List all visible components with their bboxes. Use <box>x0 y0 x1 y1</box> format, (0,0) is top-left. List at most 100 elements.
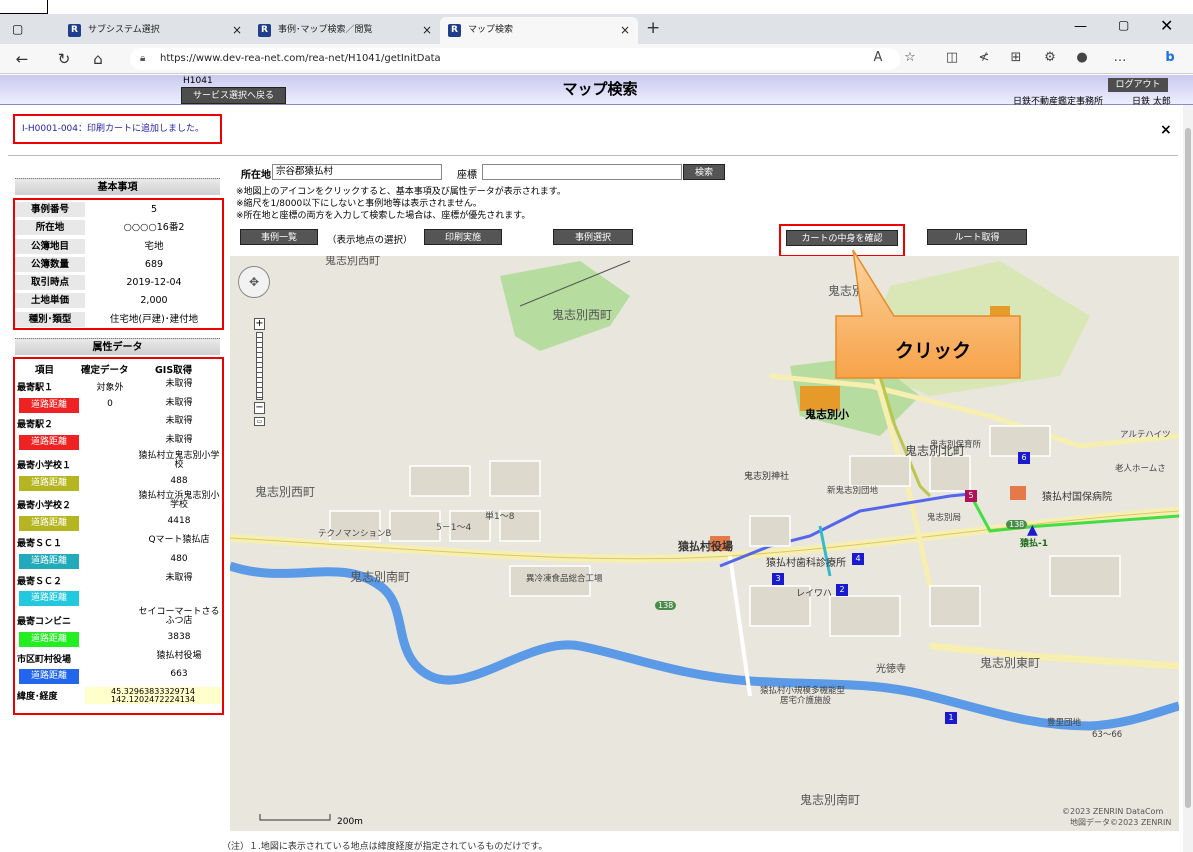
split-screen-icon[interactable]: ◫ <box>942 50 962 65</box>
close-icon[interactable]: × <box>620 17 630 44</box>
rea-favicon-icon: R <box>448 24 461 37</box>
attr-row: 市区町村役場 猿払村役場 <box>15 649 222 668</box>
scroll-thumb[interactable] <box>1185 128 1191 808</box>
cart-check-button[interactable]: カートの中身を確認 <box>786 230 898 246</box>
attr-label: 最寄小学校１ <box>17 460 72 471</box>
search-button[interactable]: 検索 <box>683 164 725 180</box>
attr-gis-value: 663 <box>170 669 188 680</box>
target-triangle-icon[interactable]: ▲ <box>1027 522 1038 538</box>
collections-icon[interactable]: ⊞ <box>1006 50 1026 65</box>
attr-row: 最寄駅１ 対象外 未取得 <box>15 377 222 396</box>
attr-gis-value: セイコーマートさるふつ店 <box>138 606 220 626</box>
zoom-reset-icon[interactable]: ▭ <box>254 417 265 426</box>
basic-info-value: 2019-12-04 <box>126 277 182 289</box>
attr-gis-value: 480 <box>170 553 188 564</box>
close-icon[interactable]: × <box>232 17 242 44</box>
case-marker-5[interactable]: 5 <box>965 490 977 502</box>
location-input[interactable]: 宗谷郡猿払村 <box>272 164 442 180</box>
basic-info-label: 公簿地目 <box>15 238 85 254</box>
road-distance-row: 道路距離 4418 <box>15 514 222 533</box>
road-distance-badge: 道路距離 <box>19 669 79 685</box>
favorite-star-icon[interactable]: ☆ <box>900 50 920 65</box>
route-shield: 138 <box>655 601 677 610</box>
office-name: 日鉄不動産鑑定事務所 <box>1013 97 1104 107</box>
basic-info-label: 事例番号 <box>15 202 85 217</box>
footnote: （注）１.地図に表示されている地点は緯度経度が指定されているものだけです。 <box>222 842 548 852</box>
zoom-in-icon[interactable]: + <box>254 318 265 330</box>
road-distance-row: 道路距離 <box>15 589 222 608</box>
attr-row: 最寄小学校１ 猿払村立鬼志別小学校 <box>15 451 222 474</box>
attr-row: 最寄ＳＣ１ Qマート猿払店 <box>15 533 222 552</box>
coord-input[interactable] <box>482 164 682 180</box>
map-view[interactable]: 鬼志別西町 鬼志別西町 鬼志別 鬼志別小 鬼志別北町 鬼志別西町 鬼志別南町 鬼… <box>230 256 1179 831</box>
window-close-icon[interactable]: ✕ <box>1160 16 1173 35</box>
map-label: レイワハ <box>796 589 832 599</box>
attr-gis-value: 未取得 <box>165 416 193 427</box>
case-select-button[interactable]: 事例選択 <box>553 229 633 245</box>
profile-icon[interactable]: ● <box>1072 50 1092 65</box>
bing-icon[interactable]: b <box>1160 50 1180 65</box>
tab-subsystem[interactable]: R サブシステム選択 × <box>60 17 250 44</box>
message-close-icon[interactable]: × <box>1160 122 1172 138</box>
map-label: 63～66 <box>1092 730 1123 740</box>
pan-control-icon[interactable]: ✥ <box>238 266 270 298</box>
map-label: 鬼志別南町 <box>350 570 411 584</box>
case-marker-2[interactable]: 2 <box>836 584 848 596</box>
case-marker-6[interactable]: 6 <box>1018 452 1030 464</box>
attr-gis-value: 猿払村役場 <box>156 650 202 661</box>
scale-bar <box>259 814 331 821</box>
map-label: 鬼志別小 <box>805 408 849 421</box>
map-label: 鬼志別局 <box>927 513 962 523</box>
extensions-icon[interactable]: ⚙ <box>1040 50 1060 65</box>
attr-table-header: 項目 確定データ GIS取得 <box>35 365 193 376</box>
favorites-icon[interactable]: ≮ <box>974 50 994 65</box>
basic-info-value: 宅地 <box>144 240 164 252</box>
maximize-icon[interactable]: ▢ <box>1118 18 1129 32</box>
hospital-building <box>1010 486 1026 500</box>
basic-info-row: 土地単価 2,000 <box>15 291 222 309</box>
back-to-service-button[interactable]: サービス選択へ戻る <box>181 87 286 104</box>
route-button[interactable]: ルート取得 <box>927 229 1027 245</box>
read-aloud-icon[interactable]: A <box>868 50 888 65</box>
attr-label: 最寄駅１ <box>17 383 54 393</box>
attr-label: 最寄小学校２ <box>17 501 72 512</box>
back-icon[interactable]: ← <box>12 50 32 68</box>
zoom-out-icon[interactable]: − <box>254 402 265 414</box>
close-icon[interactable]: × <box>422 17 432 44</box>
case-marker-3[interactable]: 3 <box>772 573 784 585</box>
tab-map-search[interactable]: R マップ検索 × <box>440 17 638 44</box>
map-label: 鬼志別西町 <box>255 485 316 499</box>
map-label: 猿払村歯科診療所 <box>766 558 846 569</box>
tab-actions-icon[interactable]: ▢ <box>12 22 23 36</box>
callout-text: クリック <box>895 340 972 362</box>
attr-label: 最寄コンビニ <box>17 616 72 627</box>
map-label: 鬼志別西町 <box>552 308 613 322</box>
case-marker-4[interactable]: 4 <box>852 553 864 565</box>
attr-label: 最寄ＳＣ２ <box>17 576 63 587</box>
road-distance-row: 道路距離 0 未取得 <box>15 396 222 415</box>
logout-button[interactable]: ログアウト <box>1108 78 1168 92</box>
copyright: ©2023 ZENRIN DataCom <box>1062 807 1164 816</box>
zoom-slider[interactable] <box>256 332 263 400</box>
attr-gis-value: 4418 <box>167 516 191 527</box>
page-title: マップ検索 <box>562 80 638 98</box>
road-distance-row: 道路距離 3838 <box>15 630 222 649</box>
case-list-button[interactable]: 事例一覧 <box>240 229 318 245</box>
case-marker-1[interactable]: 1 <box>945 712 957 724</box>
print-button[interactable]: 印刷実施 <box>424 229 502 245</box>
basic-info-row: 種別･類型 住宅地(戸建)･建付地 <box>15 310 222 328</box>
more-icon[interactable]: … <box>1110 50 1130 65</box>
minimize-icon[interactable]: — <box>1074 19 1087 34</box>
new-tab-icon[interactable]: + <box>646 18 660 38</box>
tab-case-map[interactable]: R 事例･マップ検索／閲覧 × <box>250 17 440 44</box>
window-top-strip <box>0 0 1193 14</box>
road-distance-row: 道路距離 480 <box>15 552 222 571</box>
coord-row: 緯度･経度 45.32963833329714 142.120247222413… <box>15 686 222 705</box>
map-label: テクノマンションB <box>318 529 392 539</box>
display-note: （表示地点の選択） <box>327 235 413 246</box>
home-icon[interactable]: ⌂ <box>88 50 108 68</box>
url-field[interactable]: 🔒︎ https://www.dev-rea-net.com/rea-net/H… <box>130 48 900 70</box>
reload-icon[interactable]: ↻ <box>54 50 74 68</box>
basic-info-value: 住宅地(戸建)･建付地 <box>109 313 199 325</box>
basic-info-table: 事例番号 5 所在地 ○○○○16番2 公簿地目 宅地 公簿数量 689 取引時点 2019-12… <box>13 198 224 330</box>
